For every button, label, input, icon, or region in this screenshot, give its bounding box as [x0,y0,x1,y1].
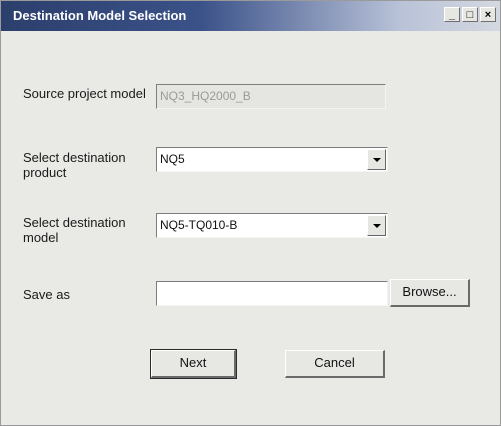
close-button[interactable]: × [480,7,496,22]
model-dropdown-button[interactable] [367,215,386,236]
browse-button[interactable]: Browse... [390,279,470,307]
save-as-label: Save as [23,287,70,302]
product-dropdown-button[interactable] [367,149,386,170]
destination-product-value: NQ5 [160,152,185,166]
destination-product-select[interactable]: NQ5 [156,147,388,172]
next-button[interactable]: Next [150,349,237,379]
destination-product-label: Select destination product [23,150,126,180]
title-bar[interactable]: Destination Model Selection _ □ × [1,1,500,31]
save-as-input[interactable] [156,281,388,306]
source-model-label: Source project model [23,86,146,101]
destination-model-select[interactable]: NQ5-TQ010-B [156,213,388,238]
dialog-window: Destination Model Selection _ □ × Source… [0,0,501,426]
chevron-down-icon [372,223,381,228]
destination-model-label: Select destination model [23,215,126,245]
window-controls: _ □ × [444,7,496,22]
source-model-field: NQ3_HQ2000_B [156,84,386,109]
destination-model-value: NQ5-TQ010-B [160,218,238,232]
window-title: Destination Model Selection [13,8,187,23]
cancel-button[interactable]: Cancel [285,350,385,378]
maximize-button[interactable]: □ [462,7,478,22]
minimize-button[interactable]: _ [444,7,460,22]
chevron-down-icon [372,157,381,162]
